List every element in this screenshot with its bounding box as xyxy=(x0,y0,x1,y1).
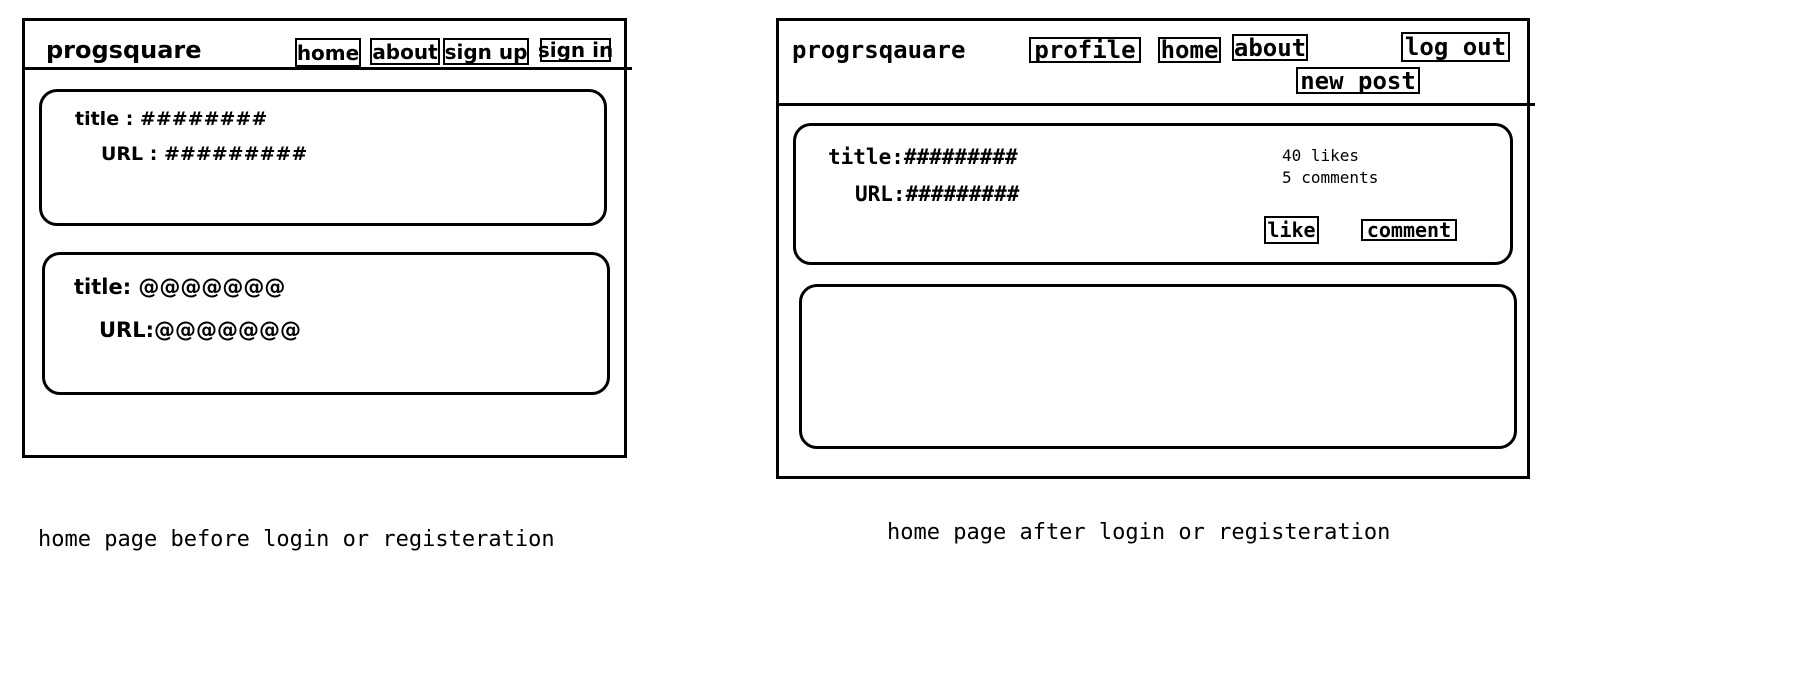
likes-count: 40 likes xyxy=(1282,146,1360,165)
brand-logo: progrsqauare xyxy=(792,36,966,64)
profile-link[interactable]: profile xyxy=(1029,37,1141,63)
sign-up-button[interactable]: sign up xyxy=(443,38,529,65)
post-title: title: @@@@@@@ xyxy=(74,275,286,299)
post-title: title:######### xyxy=(828,145,1018,169)
post-url: URL:@@@@@@@ xyxy=(99,318,302,342)
home-link[interactable]: home xyxy=(295,38,361,67)
log-out-button[interactable]: log out xyxy=(1401,32,1510,62)
comments-count: 5 comments xyxy=(1282,168,1379,187)
header-divider xyxy=(24,67,632,70)
caption-after-login: home page after login or registeration xyxy=(887,520,1391,545)
post-card-empty xyxy=(799,284,1517,449)
header-divider xyxy=(778,103,1535,106)
post-url: URL:######### xyxy=(855,182,1020,206)
home-link[interactable]: home xyxy=(1158,37,1221,63)
comment-button[interactable]: comment xyxy=(1361,219,1457,241)
post-url: URL : ######### xyxy=(101,143,308,165)
about-link[interactable]: about xyxy=(1232,34,1308,61)
caption-before-login: home page before login or registeration xyxy=(38,527,555,552)
about-link[interactable]: about xyxy=(370,38,440,65)
sign-in-button[interactable]: sign in xyxy=(538,38,613,62)
like-button[interactable]: like xyxy=(1264,216,1319,244)
post-title: title : ######## xyxy=(75,108,268,130)
new-post-button[interactable]: new post xyxy=(1296,67,1420,94)
brand-logo: progsquare xyxy=(46,36,202,64)
